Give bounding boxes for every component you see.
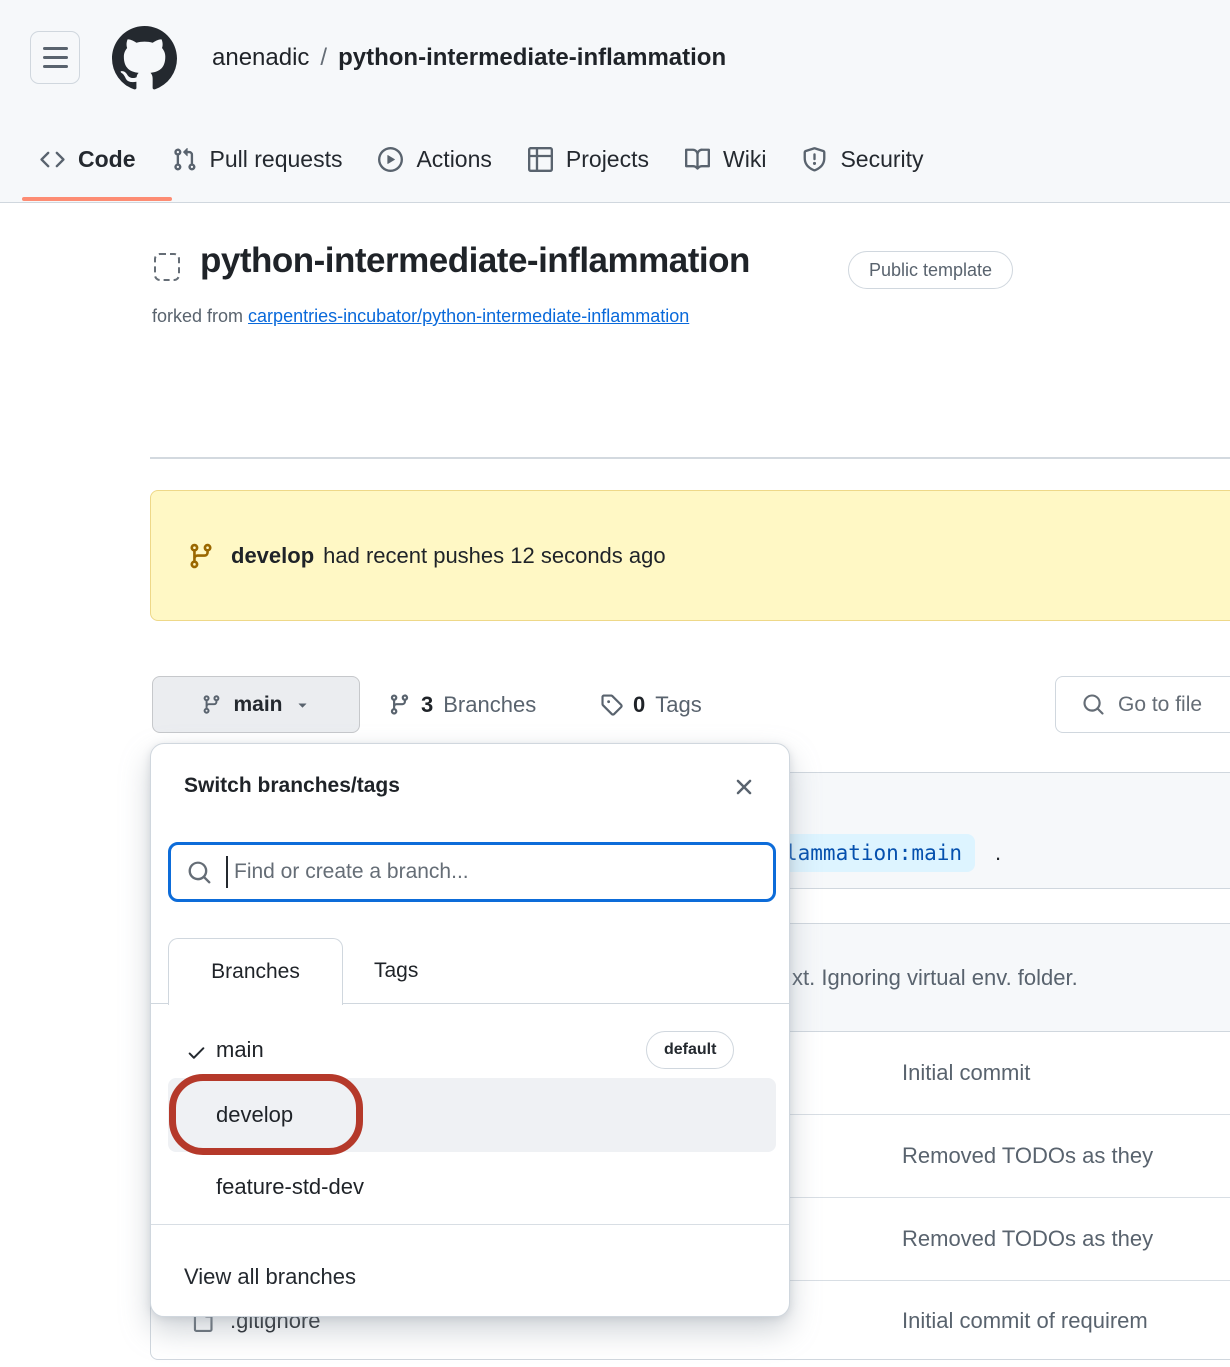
commit-message[interactable]: Removed TODOs as they (902, 1115, 1153, 1197)
tags-count: 0 (633, 692, 645, 718)
breadcrumb: anenadic / python-intermediate-inflammat… (212, 0, 726, 116)
tab-label: Actions (416, 146, 491, 173)
section-divider (150, 457, 1230, 459)
git-branch-icon (187, 542, 215, 570)
active-tab-underline (22, 197, 172, 201)
public-template-badge: Public template (848, 251, 1013, 289)
dialog-title: Switch branches/tags (184, 774, 400, 798)
tab-pull-requests[interactable]: Pull requests (154, 116, 361, 202)
branch-name: feature-std-dev (216, 1174, 364, 1200)
github-logo-icon[interactable] (112, 26, 177, 91)
upstream-branch-code: lammation:main (772, 834, 975, 872)
breadcrumb-repo-link[interactable]: python-intermediate-inflammation (338, 44, 726, 72)
commit-message[interactable]: Initial commit (902, 1032, 1030, 1114)
tab-branches[interactable]: Branches (168, 938, 343, 1005)
status-suffix: . (995, 840, 1001, 866)
tab-projects[interactable]: Projects (510, 116, 667, 202)
chevron-down-icon (294, 696, 311, 713)
tags-label: Tags (655, 692, 701, 718)
code-icon (40, 147, 65, 172)
branch-search-input[interactable] (232, 859, 773, 885)
recent-push-banner: develop had recent pushes 12 seconds ago (150, 490, 1230, 621)
breadcrumb-separator: / (320, 44, 327, 72)
tags-count-link[interactable]: 0 Tags (600, 676, 702, 733)
commit-message[interactable]: Removed TODOs as they (902, 1198, 1153, 1280)
hamburger-icon (43, 47, 68, 50)
dialog-divider (151, 1224, 789, 1225)
template-repo-icon (154, 253, 180, 281)
text-cursor (226, 856, 228, 888)
tab-tags[interactable]: Tags (356, 938, 436, 1004)
view-all-branches-link[interactable]: View all branches (184, 1247, 356, 1307)
play-icon (378, 147, 403, 172)
branches-label: Branches (443, 692, 536, 718)
tab-actions[interactable]: Actions (360, 116, 509, 202)
branch-name: develop (216, 1078, 293, 1152)
hamburger-menu-button[interactable] (30, 31, 80, 84)
switch-branches-dialog: Switch branches/tags Branches Tags main … (150, 743, 790, 1317)
forked-from-line: forked from carpentries-incubator/python… (152, 306, 689, 327)
commit-message[interactable]: Initial commit of requirem (902, 1281, 1148, 1360)
branch-search-box[interactable] (168, 842, 776, 902)
tab-security[interactable]: Security (784, 116, 941, 202)
default-badge: default (646, 1031, 734, 1069)
forked-prefix: forked from (152, 306, 243, 326)
tab-label: Security (840, 146, 923, 173)
branches-count: 3 (421, 692, 433, 718)
close-icon (731, 774, 757, 800)
current-branch-label: main (233, 693, 282, 717)
go-to-file-label: Go to file (1118, 693, 1202, 717)
tab-wiki[interactable]: Wiki (667, 116, 784, 202)
upstream-repo-link[interactable]: carpentries-incubator/python-intermediat… (248, 306, 689, 326)
branch-item-develop[interactable]: develop (168, 1078, 776, 1152)
book-icon (685, 147, 710, 172)
go-to-file-button[interactable]: Go to file (1055, 676, 1230, 733)
branch-item-main[interactable]: main default (151, 1026, 789, 1078)
github-repo-page: anenadic / python-intermediate-inflammat… (0, 0, 1230, 1367)
branch-name: main (216, 1037, 264, 1063)
tab-label: Wiki (723, 146, 766, 173)
tab-label: Code (78, 146, 136, 173)
git-branch-icon (388, 693, 411, 716)
check-icon (186, 1042, 207, 1063)
branch-selector-button[interactable]: main (152, 676, 360, 733)
search-icon (187, 860, 212, 885)
latest-commit-message[interactable]: xt. Ignoring virtual env. folder. (792, 924, 1078, 1031)
top-header: anenadic / python-intermediate-inflammat… (0, 0, 1230, 116)
close-button[interactable] (731, 774, 757, 800)
recent-push-text: develop had recent pushes 12 seconds ago (231, 491, 666, 620)
tab-label: Pull requests (210, 146, 343, 173)
tab-label: Projects (566, 146, 649, 173)
page-title: python-intermediate-inflammation (200, 241, 750, 281)
repo-nav: Code Pull requests Actions Projects Wiki… (0, 116, 1230, 203)
tag-icon (600, 693, 623, 716)
recent-push-branch: develop (231, 543, 314, 569)
branches-count-link[interactable]: 3 Branches (388, 676, 536, 733)
git-pull-request-icon (172, 147, 197, 172)
project-icon (528, 147, 553, 172)
shield-icon (802, 147, 827, 172)
tab-code[interactable]: Code (22, 116, 154, 202)
branch-item-feature-std-dev[interactable]: feature-std-dev (216, 1156, 364, 1218)
git-branch-icon (201, 694, 222, 715)
breadcrumb-owner-link[interactable]: anenadic (212, 44, 309, 72)
search-icon (1082, 693, 1105, 716)
